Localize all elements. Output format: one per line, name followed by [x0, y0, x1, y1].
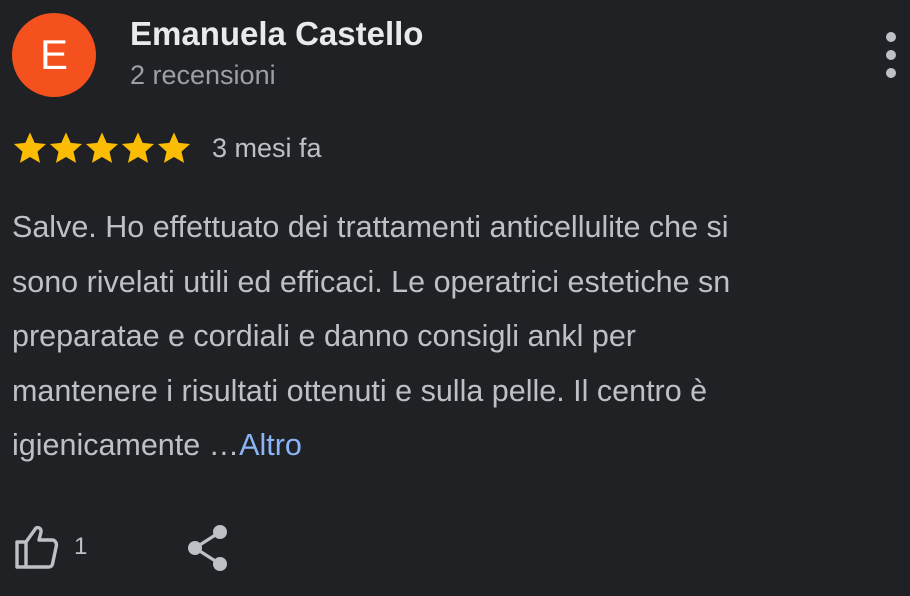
thumb-up-icon	[15, 525, 59, 569]
author-review-count: 2 recensioni	[130, 60, 276, 90]
review-text-truncated: igienicamente …	[12, 428, 240, 462]
review-date: 3 mesi fa	[212, 133, 322, 163]
review-text-line: preparatae e cordiali e danno consigli a…	[12, 319, 636, 353]
star-icon	[13, 132, 47, 163]
like-count: 1	[74, 533, 88, 560]
rating-row: 3 mesi fa	[12, 128, 322, 168]
review-text: Salve. Ho effettuato dei trattamenti ant…	[12, 200, 907, 473]
review-text-line: mantenere i risultati ottenuti e sulla p…	[12, 373, 708, 408]
review-text-line: Salve. Ho effettuato dei trattamenti ant…	[12, 210, 729, 244]
review-text-last-line: igienicamente …Altro	[12, 418, 907, 473]
avatar-initial: E	[39, 31, 68, 78]
star-icon	[49, 132, 83, 163]
like-button[interactable]: 1	[12, 520, 87, 574]
share-button[interactable]	[183, 522, 235, 574]
review-card: E Emanuela Castello 2 recensioni 3 mesi …	[0, 0, 910, 596]
star-icon	[157, 132, 191, 163]
more-vert-icon[interactable]	[876, 30, 906, 80]
star-icon	[121, 132, 155, 163]
star-icon	[85, 132, 119, 163]
share-icon	[188, 525, 227, 571]
avatar[interactable]: E	[12, 13, 96, 97]
more-link[interactable]: Altro	[239, 428, 302, 462]
author-name[interactable]: Emanuela Castello	[130, 14, 423, 54]
review-text-line: sono rivelati utili ed efficaci. Le oper…	[12, 264, 731, 299]
star-rating	[12, 130, 192, 166]
